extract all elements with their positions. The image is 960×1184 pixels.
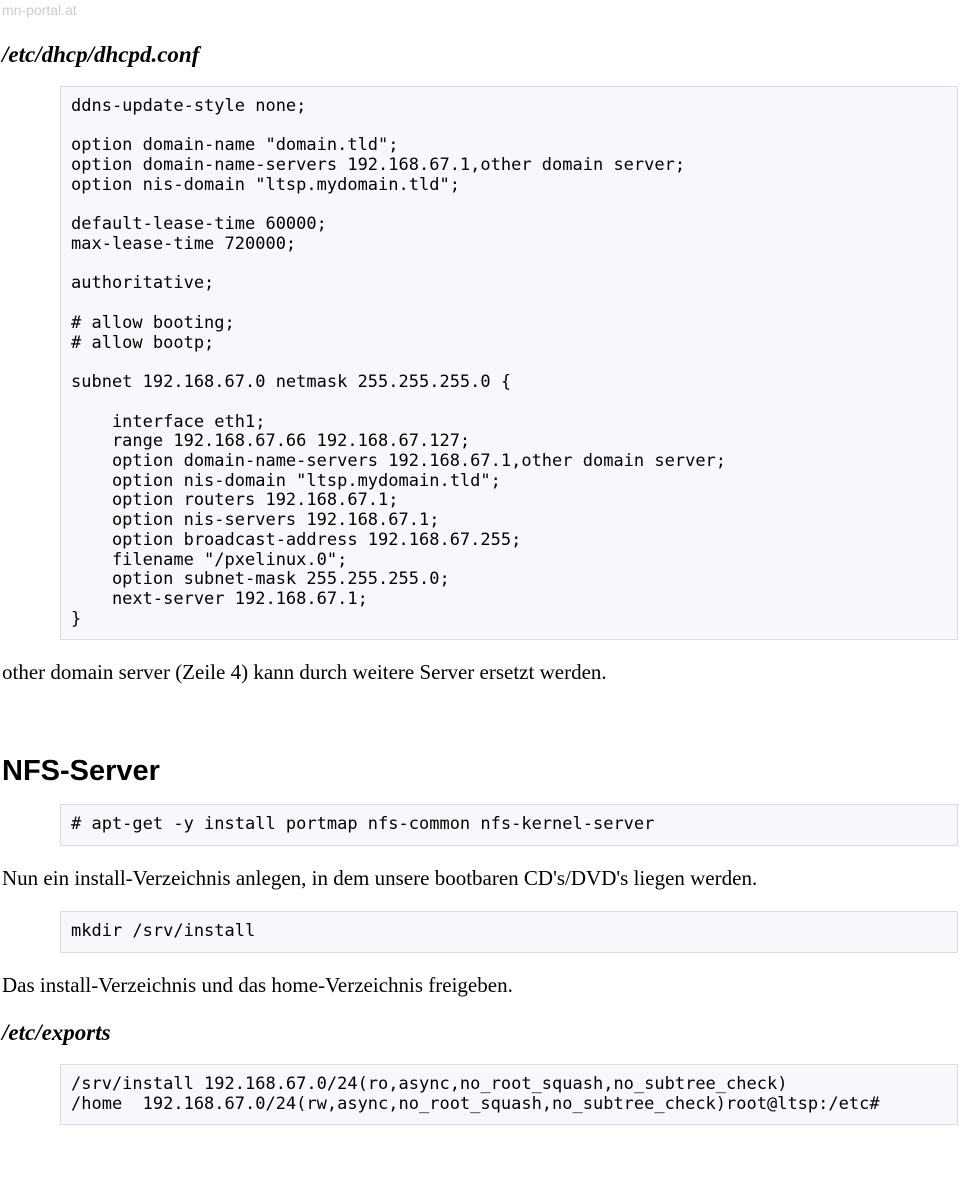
paragraph-note-3: Das install-Verzeichnis und das home-Ver… <box>2 973 958 998</box>
paragraph-note-2: Nun ein install-Verzeichnis anlegen, in … <box>2 866 958 891</box>
paragraph-note-1: other domain server (Zeile 4) kann durch… <box>2 660 958 685</box>
code-block-exports: /srv/install 192.168.67.0/24(ro,async,no… <box>60 1064 958 1125</box>
config-file-heading-exports: /etc/exports <box>2 1020 960 1046</box>
config-file-heading-dhcpd: /etc/dhcp/dhcpd.conf <box>2 42 960 68</box>
code-block-mkdir: mkdir /srv/install <box>60 911 958 953</box>
code-block-apt-get: # apt-get -y install portmap nfs-common … <box>60 804 958 846</box>
section-heading-nfs: NFS-Server <box>2 755 958 788</box>
watermark-text: mn-portal.at <box>0 0 960 20</box>
code-block-dhcpd-conf: ddns-update-style none; option domain-na… <box>60 86 958 640</box>
